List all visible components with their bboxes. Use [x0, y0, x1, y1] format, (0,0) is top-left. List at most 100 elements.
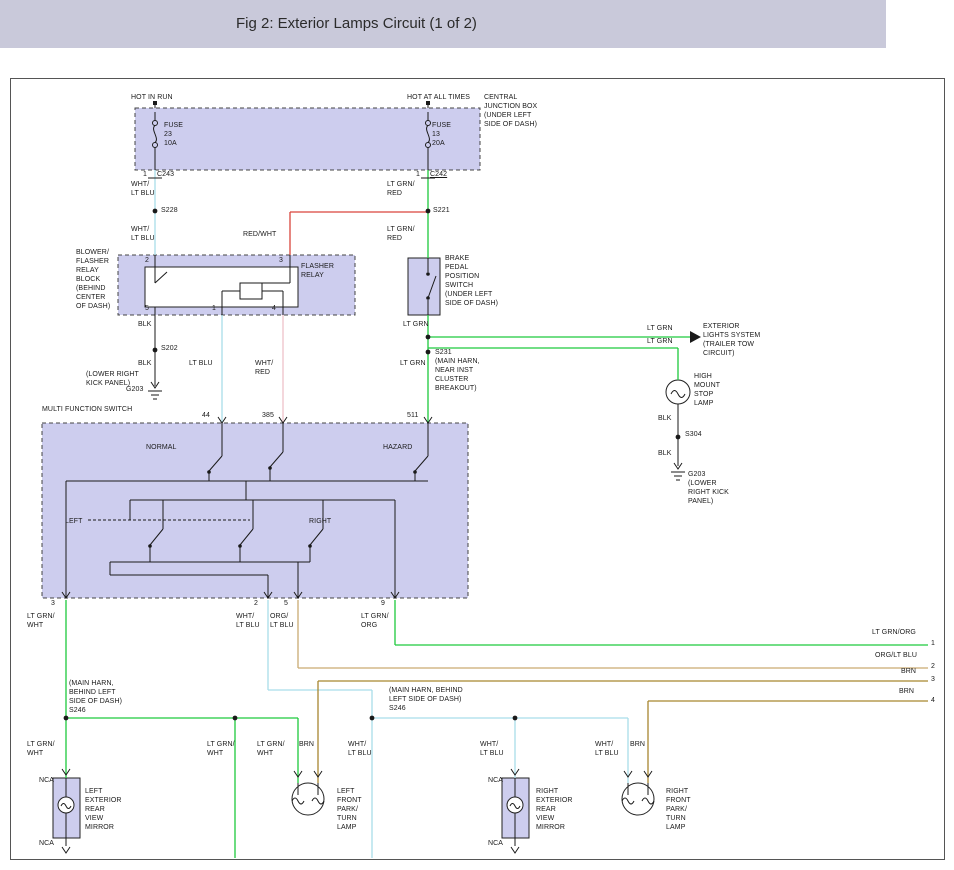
left-mirror-label: LEFT EXTERIOR REAR VIEW MIRROR [85, 787, 122, 832]
hot-in-run-label: HOT IN RUN [131, 93, 173, 102]
wire-label-wht-lt-blu: WHT/ LT BLU [131, 225, 155, 243]
left-lamp-label: LEFT FRONT PARK/ TURN LAMP [337, 787, 362, 832]
edge-connector-2: 2 [931, 662, 935, 671]
mfs-left-label: LEFT [65, 517, 83, 526]
splice-s228 [153, 209, 158, 214]
mfs-pin-2: 2 [254, 599, 258, 608]
wire-label-lt-blu: LT BLU [189, 359, 213, 368]
wire-label-lt-grn: LT GRN [647, 337, 673, 346]
s231-label: S231 (MAIN HARN, NEAR INST CLUSTER BREAK… [435, 348, 480, 393]
switch-contact [148, 544, 152, 548]
high-mount-stop-lamp-symbol [666, 380, 690, 404]
flasher-relay-label: FLASHER RELAY [301, 262, 334, 280]
splice-s202 [153, 348, 158, 353]
switch-contact [268, 466, 272, 470]
wire-label-red-wht: RED/WHT [243, 230, 276, 239]
brake-pedal-switch-box [408, 258, 440, 315]
c243-label: C243 [157, 170, 174, 179]
mfs-pin-5: 5 [284, 599, 288, 608]
s202-label: S202 [161, 344, 178, 353]
page: { "header": { "title": "Fig 2: Exterior … [0, 0, 954, 870]
wire-label-wht-lt-blu: WHT/ LT BLU [480, 740, 504, 758]
mfs-pin-44: 44 [202, 411, 210, 420]
s304-label: S304 [685, 430, 702, 439]
right-lamp-label: RIGHT FRONT PARK/ TURN LAMP [666, 787, 691, 832]
mfs-normal-label: NORMAL [146, 443, 177, 452]
edge-connector-1: 1 [931, 639, 935, 648]
wire-label-lt-grn: LT GRN [403, 320, 429, 329]
switch-contact [413, 470, 417, 474]
junction-dot [426, 335, 431, 340]
wire-label-lt-grn: LT GRN [647, 324, 673, 333]
right-mirror-label: RIGHT EXTERIOR REAR VIEW MIRROR [536, 787, 573, 832]
hot-at-all-times-label: HOT AT ALL TIMES [407, 93, 470, 102]
g203-right-label: G203 (LOWER RIGHT KICK PANEL) [688, 470, 729, 506]
nca-label: NCA [39, 839, 54, 848]
junction-dot [513, 716, 518, 721]
s246-right-label: (MAIN HARN, BEHIND LEFT SIDE OF DASH) S2… [389, 686, 463, 713]
wire-label-lt-grn-wht: LT GRN/ WHT [27, 612, 55, 630]
s221-label: S221 [433, 206, 450, 215]
brake-switch-label: BRAKE PEDAL POSITION SWITCH (UNDER LEFT … [445, 254, 498, 308]
mfs-right-label: RIGHT [309, 517, 331, 526]
nca-label: NCA [488, 839, 503, 848]
c243-pin-label: 1 [143, 170, 147, 179]
wire-label-lt-grn-wht: LT GRN/ WHT [257, 740, 285, 758]
splice-s246-left [64, 716, 69, 721]
switch-contact [426, 296, 430, 300]
switch-contact [238, 544, 242, 548]
edge-wire-label-brn: BRN [899, 687, 914, 696]
nca-label: NCA [488, 776, 503, 785]
fuse-23-label: FUSE 23 10A [164, 121, 183, 148]
flasher-block-label: BLOWER/ FLASHER RELAY BLOCK (BEHIND CENT… [76, 248, 110, 311]
wire-label-wht-lt-blu: WHT/ LT BLU [236, 612, 260, 630]
junction-dot [233, 716, 238, 721]
switch-contact [207, 470, 211, 474]
wire-label-lt-grn-red: LT GRN/ RED [387, 225, 415, 243]
nca-label: NCA [39, 776, 54, 785]
fuse-terminal [153, 143, 158, 148]
exterior-lights-system-label: EXTERIOR LIGHTS SYSTEM (TRAILER TOW CIRC… [703, 322, 760, 358]
wire-label-wht-lt-blu: WHT/ LT BLU [348, 740, 372, 758]
wire-label-lt-grn-wht: LT GRN/ WHT [207, 740, 235, 758]
relay-pin-4: 4 [272, 304, 276, 313]
switch-contact [308, 544, 312, 548]
wire-label-wht-lt-blu: WHT/ LT BLU [595, 740, 619, 758]
relay-pin-3: 3 [279, 256, 283, 265]
wire-label-blk: BLK [658, 414, 672, 423]
wire-label-lt-grn: LT GRN [400, 359, 426, 368]
wire-label-wht-red: WHT/ RED [255, 359, 273, 377]
wire-label-blk: BLK [138, 320, 152, 329]
wiring-diagram [0, 0, 954, 870]
edge-connector-4: 4 [931, 696, 935, 705]
wire-label-lt-grn-org: LT GRN/ ORG [361, 612, 389, 630]
fuse-terminal [153, 121, 158, 126]
mfs-pin-9: 9 [381, 599, 385, 608]
splice-s221 [426, 209, 431, 214]
wire-label-lt-grn-red: LT GRN/ RED [387, 180, 415, 198]
wire-label-wht-lt-blu: WHT/ LT BLU [131, 180, 155, 198]
edge-wire-label-org-lt-blu: ORG/LT BLU [875, 651, 917, 660]
splice-s231 [426, 350, 431, 355]
mfs-pin-385: 385 [262, 411, 274, 420]
central-junction-box-label: CENTRAL JUNCTION BOX (UNDER LEFT SIDE OF… [484, 93, 537, 129]
wire-label-blk: BLK [138, 359, 152, 368]
high-mount-stop-lamp-label: HIGH MOUNT STOP LAMP [694, 372, 720, 408]
wire-label-blk: BLK [658, 449, 672, 458]
wire-label-brn: BRN [299, 740, 314, 749]
s246-left-label: (MAIN HARN, BEHIND LEFT SIDE OF DASH) S2… [69, 679, 122, 715]
edge-connector-3: 3 [931, 675, 935, 684]
edge-wire-label-brn: BRN [901, 667, 916, 676]
mfs-pin-3: 3 [51, 599, 55, 608]
switch-contact [426, 272, 430, 276]
edge-wire-label-lt-grn-org: LT GRN/ORG [872, 628, 916, 637]
relay-pin-2: 2 [145, 256, 149, 265]
wire-label-lt-grn-wht: LT GRN/ WHT [27, 740, 55, 758]
s228-label: S228 [161, 206, 178, 215]
g203-left-label: G203 [126, 385, 144, 394]
c242-label: C242 [430, 170, 447, 179]
splice-s246-right [370, 716, 375, 721]
fuse-13-label: FUSE 13 20A [432, 121, 451, 148]
mfs-hazard-label: HAZARD [383, 443, 412, 452]
relay-pin-1: 1 [212, 304, 216, 313]
